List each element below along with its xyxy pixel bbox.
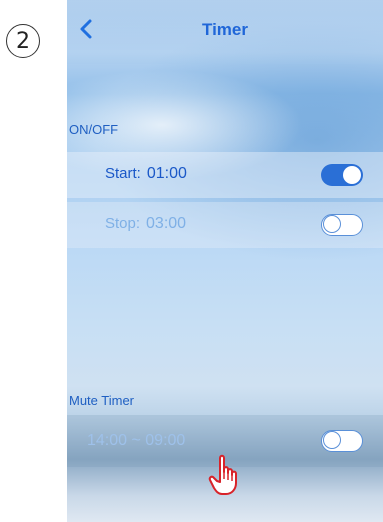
hand-pointer-icon xyxy=(208,454,237,495)
header-bar: Timer xyxy=(67,0,383,64)
start-time-value[interactable]: 01:00 xyxy=(147,165,187,182)
start-toggle[interactable] xyxy=(321,164,363,186)
start-label: Start: xyxy=(105,165,141,182)
stop-label: Stop: xyxy=(105,215,141,232)
page-title: Timer xyxy=(202,20,248,39)
stop-time-value[interactable]: 03:00 xyxy=(146,215,186,232)
start-timer-row[interactable]: Start: 01:00 xyxy=(67,152,383,198)
toggle-knob xyxy=(323,431,341,449)
onoff-section-label: ON/OFF xyxy=(69,122,119,137)
step-number-badge: 2 xyxy=(6,24,40,58)
phone-screen: Timer ON/OFF Start: 01:00 Stop: 03:00 Mute… xyxy=(67,0,383,522)
mute-section-label: Mute Timer xyxy=(69,393,135,408)
toggle-knob xyxy=(343,166,361,184)
stop-toggle[interactable] xyxy=(321,214,363,236)
stop-timer-row[interactable]: Stop: 03:00 xyxy=(67,202,383,248)
mute-toggle[interactable] xyxy=(321,430,363,452)
mute-time-range[interactable]: 14:00 ~ 09:00 xyxy=(87,432,185,450)
toggle-knob xyxy=(323,215,341,233)
